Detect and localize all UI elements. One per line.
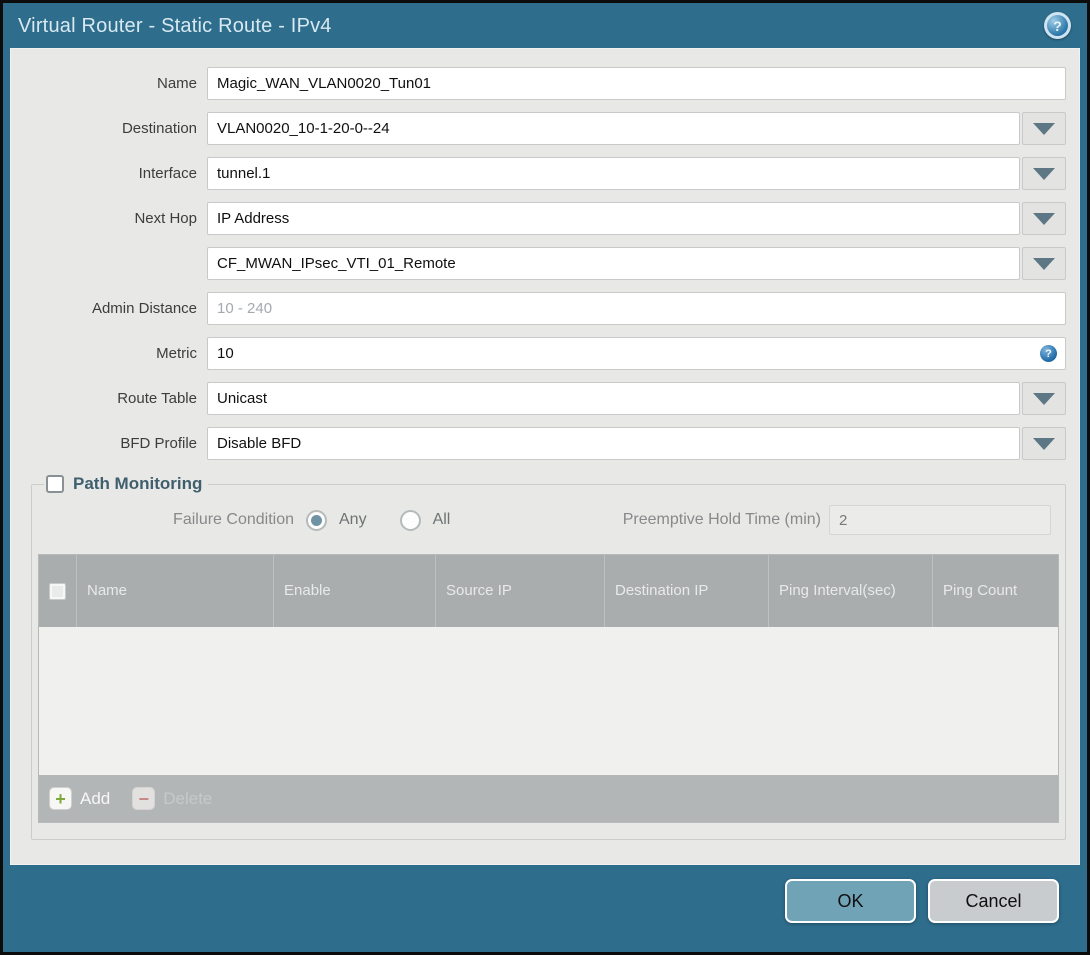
next-hop-type-input[interactable] <box>207 202 1020 235</box>
table-header-row: Name Enable Source IP Destination IP Pin… <box>39 555 1058 627</box>
metric-label: Metric <box>156 345 197 362</box>
chevron-down-icon <box>1033 167 1055 180</box>
name-input[interactable] <box>207 67 1066 100</box>
delete-button-label: Delete <box>163 788 213 808</box>
metric-input[interactable] <box>207 337 1066 370</box>
path-monitoring-title: Path Monitoring <box>73 474 203 493</box>
path-monitoring-table: Name Enable Source IP Destination IP Pin… <box>38 554 1059 823</box>
path-monitoring-section: Path Monitoring Failure Condition Any Al… <box>31 474 1066 840</box>
interface-input[interactable] <box>207 157 1020 190</box>
preemptive-hold-time-label: Preemptive Hold Time (min) <box>622 511 821 528</box>
interface-dropdown-button[interactable] <box>1022 157 1066 190</box>
form-row-interface: Interface <box>11 157 1079 190</box>
form-row-destination: Destination <box>11 112 1079 145</box>
table-header-destination-ip[interactable]: Destination IP <box>605 555 769 627</box>
path-monitoring-checkbox[interactable] <box>46 475 64 493</box>
add-icon: + <box>49 787 72 810</box>
ok-button[interactable]: OK <box>785 879 916 923</box>
preemptive-hold-time-group: Preemptive Hold Time (min) <box>623 505 1051 535</box>
next-hop-dropdown-button[interactable] <box>1022 202 1066 235</box>
radio-dot <box>311 514 322 526</box>
radio-dot <box>405 515 416 526</box>
form-row-bfd-profile: BFD Profile <box>11 427 1079 460</box>
route-table-input[interactable] <box>207 382 1020 415</box>
dialog-content: Name Destination Interface <box>10 48 1080 865</box>
info-icon[interactable]: ? <box>1040 345 1057 362</box>
form-row-admin-distance: Admin Distance <box>11 292 1079 325</box>
next-hop-label: Next Hop <box>134 210 197 227</box>
admin-distance-label: Admin Distance <box>91 300 197 317</box>
bfd-profile-dropdown-button[interactable] <box>1022 427 1066 460</box>
bfd-profile-input[interactable] <box>207 427 1020 460</box>
table-header-ping-interval[interactable]: Ping Interval(sec) <box>769 555 933 627</box>
table-header-select-cell <box>39 555 77 627</box>
form-row-name: Name <box>11 67 1079 100</box>
table-header-name[interactable]: Name <box>77 555 274 627</box>
failure-condition-any-label: Any <box>339 511 367 528</box>
table-body-empty <box>39 627 1058 775</box>
table-header-ping-count[interactable]: Ping Count <box>933 555 1058 627</box>
failure-condition-all-radio[interactable] <box>399 509 421 531</box>
title-bar: Virtual Router - Static Route - IPv4 ? <box>3 3 1087 48</box>
help-icon-glyph: ? <box>1047 15 1068 36</box>
path-monitoring-legend: Path Monitoring <box>44 474 208 494</box>
failure-condition-label: Failure Condition <box>173 511 294 528</box>
help-icon[interactable]: ? <box>1044 12 1071 39</box>
destination-label: Destination <box>121 120 197 137</box>
admin-distance-input[interactable] <box>207 292 1066 325</box>
table-footer-bar: + Add − Delete <box>39 775 1058 822</box>
add-button[interactable]: + Add <box>49 787 110 810</box>
table-header-enable[interactable]: Enable <box>274 555 436 627</box>
route-table-label: Route Table <box>117 390 197 407</box>
form-row-metric: Metric ? <box>11 337 1079 370</box>
chevron-down-icon <box>1033 392 1055 405</box>
route-table-dropdown-button[interactable] <box>1022 382 1066 415</box>
failure-condition-any-radio[interactable] <box>306 509 327 531</box>
failure-condition-radio-group: Any All <box>306 509 451 531</box>
add-button-label: Add <box>80 788 111 808</box>
delete-button[interactable]: − Delete <box>132 787 212 810</box>
bfd-profile-label: BFD Profile <box>120 435 197 452</box>
table-header-source-ip[interactable]: Source IP <box>436 555 605 627</box>
select-all-checkbox[interactable] <box>49 582 66 600</box>
delete-icon: − <box>132 787 156 810</box>
dialog-title: Virtual Router - Static Route - IPv4 <box>18 15 332 37</box>
preemptive-hold-time-input[interactable] <box>829 505 1051 535</box>
cancel-button[interactable]: Cancel <box>928 879 1059 923</box>
chevron-down-icon <box>1033 122 1055 135</box>
static-route-dialog: Virtual Router - Static Route - IPv4 ? N… <box>0 0 1090 955</box>
chevron-down-icon <box>1033 257 1055 270</box>
next-hop-address-input[interactable] <box>207 247 1020 280</box>
failure-condition-all-label: All <box>432 511 451 528</box>
destination-dropdown-button[interactable] <box>1022 112 1066 145</box>
path-monitoring-options-row: Failure Condition Any All Preemptive Hol… <box>38 504 1051 536</box>
form-row-next-hop-address <box>11 247 1079 280</box>
interface-label: Interface <box>138 165 197 182</box>
form-row-route-table: Route Table <box>11 382 1079 415</box>
destination-input[interactable] <box>207 112 1020 145</box>
next-hop-address-dropdown-button[interactable] <box>1022 247 1066 280</box>
form-row-next-hop: Next Hop <box>11 202 1079 235</box>
chevron-down-icon <box>1033 212 1055 225</box>
name-label: Name <box>156 75 197 92</box>
chevron-down-icon <box>1033 437 1055 450</box>
